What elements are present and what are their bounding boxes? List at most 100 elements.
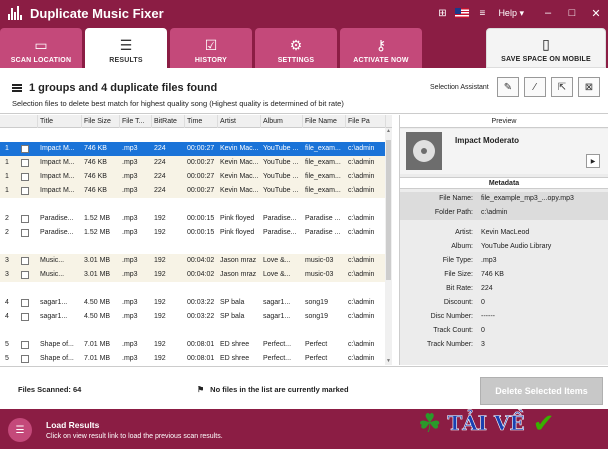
group-number: 1 — [5, 145, 9, 152]
cell-title: Shape of... — [40, 355, 74, 362]
column-header[interactable]: Title — [38, 115, 82, 128]
export-button[interactable]: ⇱ — [551, 77, 573, 97]
language-flag-icon[interactable] — [452, 0, 472, 26]
music-disc-icon — [406, 132, 442, 170]
metadata-key: Artist: — [455, 229, 473, 236]
cell-path: c:\admin — [348, 257, 375, 264]
row-checkbox[interactable] — [21, 215, 29, 223]
cell-bitrate: 192 — [154, 341, 166, 348]
metadata-row: File Name: file_example_mp3_...opy.mp3 — [400, 192, 608, 206]
column-header[interactable]: File Name — [303, 115, 346, 128]
row-checkbox[interactable] — [21, 313, 29, 321]
tab-results[interactable]: ☰ RESULTS — [85, 28, 167, 68]
table-row[interactable]: 2 Paradise... 1.52 MB .mp3 192 00:00:15 Pink f… — [0, 212, 385, 226]
cell-time: 00:08:01 — [187, 341, 215, 348]
cell-bitrate: 192 — [154, 229, 166, 236]
flag-icon: ⚑ — [197, 385, 205, 394]
export-icon: ⇱ — [557, 81, 567, 93]
group-number: 5 — [5, 341, 9, 348]
row-checkbox[interactable] — [21, 299, 29, 307]
column-header[interactable]: Artist — [218, 115, 261, 128]
cell-time: 00:08:01 — [187, 355, 215, 362]
row-checkbox[interactable] — [21, 173, 29, 181]
table-row[interactable]: 5 Shape of... 7.01 MB .mp3 192 00:08:01 ED shr… — [0, 338, 385, 352]
tab-save-space-on-mobile[interactable]: ▯ SAVE SPACE ON MOBILE — [486, 28, 606, 68]
cell-album: Paradise... — [263, 215, 297, 222]
table-row[interactable]: 3 Music... 3.01 MB .mp3 192 00:04:02 Jason mra… — [0, 268, 385, 282]
magic-wand-button[interactable]: ⁄ — [524, 77, 546, 97]
play-button[interactable]: ▶ — [586, 154, 600, 168]
cell-album: Paradise... — [263, 229, 297, 236]
files-scanned: Files Scanned: 64 — [18, 385, 82, 394]
metadata-row: Track Number: 3 — [400, 338, 608, 352]
maximize-button[interactable]: □ — [560, 7, 584, 19]
table-row[interactable]: 4 sagar1... 4.50 MB .mp3 192 00:03:22 SP bala s… — [0, 310, 385, 324]
table-row[interactable]: 3 Music... 3.01 MB .mp3 192 00:04:02 Jason mra… — [0, 254, 385, 268]
cell-album: sagar1... — [263, 299, 291, 306]
tab-label: SETTINGS — [277, 57, 315, 64]
app-title: Duplicate Music Fixer — [30, 5, 164, 21]
column-header[interactable]: File T... — [120, 115, 152, 128]
help-menu[interactable]: Help ▾ — [498, 8, 524, 19]
edit-selection-button[interactable]: ✎ — [497, 77, 519, 97]
column-header[interactable]: File Pa — [346, 115, 386, 128]
grid-icon[interactable]: ⊞ — [432, 0, 452, 26]
metadata-value: YouTube Audio Library — [481, 243, 552, 250]
cell-size: 746 KB — [84, 187, 107, 194]
metadata-value: Kevin MacLeod — [481, 229, 530, 236]
clover-icon: ☘ — [418, 407, 442, 438]
vertical-scrollbar[interactable]: ▲ ▼ — [385, 128, 392, 365]
cell-path: c:\admin — [348, 229, 375, 236]
minimize-button[interactable]: – — [536, 7, 560, 19]
row-checkbox[interactable] — [21, 229, 29, 237]
group-number: 5 — [5, 355, 9, 362]
table-row[interactable]: 1 Impact M... 746 KB .mp3 224 00:00:27 Kevin M… — [0, 184, 385, 198]
close-button[interactable]: ✕ — [584, 7, 608, 20]
tab-activate-now[interactable]: ⚷ ACTIVATE NOW — [340, 28, 422, 68]
help-label: Help — [498, 7, 517, 18]
column-header[interactable]: File Size — [82, 115, 120, 128]
row-checkbox[interactable] — [21, 159, 29, 167]
cell-title: Impact M... — [40, 159, 75, 166]
column-header[interactable]: Time — [185, 115, 218, 128]
scroll-down-icon[interactable]: ▼ — [385, 358, 392, 365]
table-row[interactable]: 1 Impact M... 746 KB .mp3 224 00:00:27 Kevin M… — [0, 170, 385, 184]
metadata-value: 3 — [481, 341, 485, 348]
row-checkbox[interactable] — [21, 187, 29, 195]
row-checkbox[interactable] — [21, 271, 29, 279]
table-row[interactable]: 1 Impact M... 746 KB .mp3 224 00:00:27 Kevin M… — [0, 142, 385, 156]
deselect-button[interactable]: ⊠ — [578, 77, 600, 97]
column-header[interactable]: Album — [261, 115, 303, 128]
column-header[interactable] — [0, 115, 38, 128]
group-number: 2 — [5, 229, 9, 236]
selection-hint: Selection files to delete best match for… — [12, 99, 344, 108]
group-number: 3 — [5, 257, 9, 264]
cell-type: .mp3 — [122, 257, 138, 264]
table-row[interactable]: 1 Impact M... 746 KB .mp3 224 00:00:27 Kevin M… — [0, 156, 385, 170]
tab-label: SCAN LOCATION — [10, 57, 72, 64]
row-checkbox[interactable] — [21, 355, 29, 363]
tab-history[interactable]: ☑ HISTORY — [170, 28, 252, 68]
cell-artist: Kevin Mac... — [220, 173, 259, 180]
table-row[interactable]: 4 sagar1... 4.50 MB .mp3 192 00:03:22 SP bala s… — [0, 296, 385, 310]
table-row[interactable]: 5 Shape of... 7.01 MB .mp3 192 00:08:01 ED shr… — [0, 352, 385, 365]
cell-bitrate: 192 — [154, 299, 166, 306]
delete-selected-button[interactable]: Delete Selected Items — [480, 377, 603, 405]
cell-bitrate: 192 — [154, 271, 166, 278]
group-number: 1 — [5, 159, 9, 166]
table-row[interactable]: 2 Paradise... 1.52 MB .mp3 192 00:00:15 Pink f… — [0, 226, 385, 240]
tab-scan-location[interactable]: ▭ SCAN LOCATION — [0, 28, 82, 68]
column-header[interactable]: BitRate — [152, 115, 185, 128]
scrollbar-thumb[interactable] — [386, 140, 391, 280]
cell-type: .mp3 — [122, 341, 138, 348]
app-logo-icon — [8, 6, 24, 20]
row-checkbox[interactable] — [21, 257, 29, 265]
tab-settings[interactable]: ⚙ SETTINGS — [255, 28, 337, 68]
menu-icon[interactable]: ≡ — [472, 0, 492, 26]
scroll-up-icon[interactable]: ▲ — [385, 128, 392, 135]
row-checkbox[interactable] — [21, 341, 29, 349]
cell-type: .mp3 — [122, 159, 138, 166]
cell-artist: Kevin Mac... — [220, 145, 259, 152]
row-checkbox[interactable] — [21, 145, 29, 153]
group-number: 3 — [5, 271, 9, 278]
